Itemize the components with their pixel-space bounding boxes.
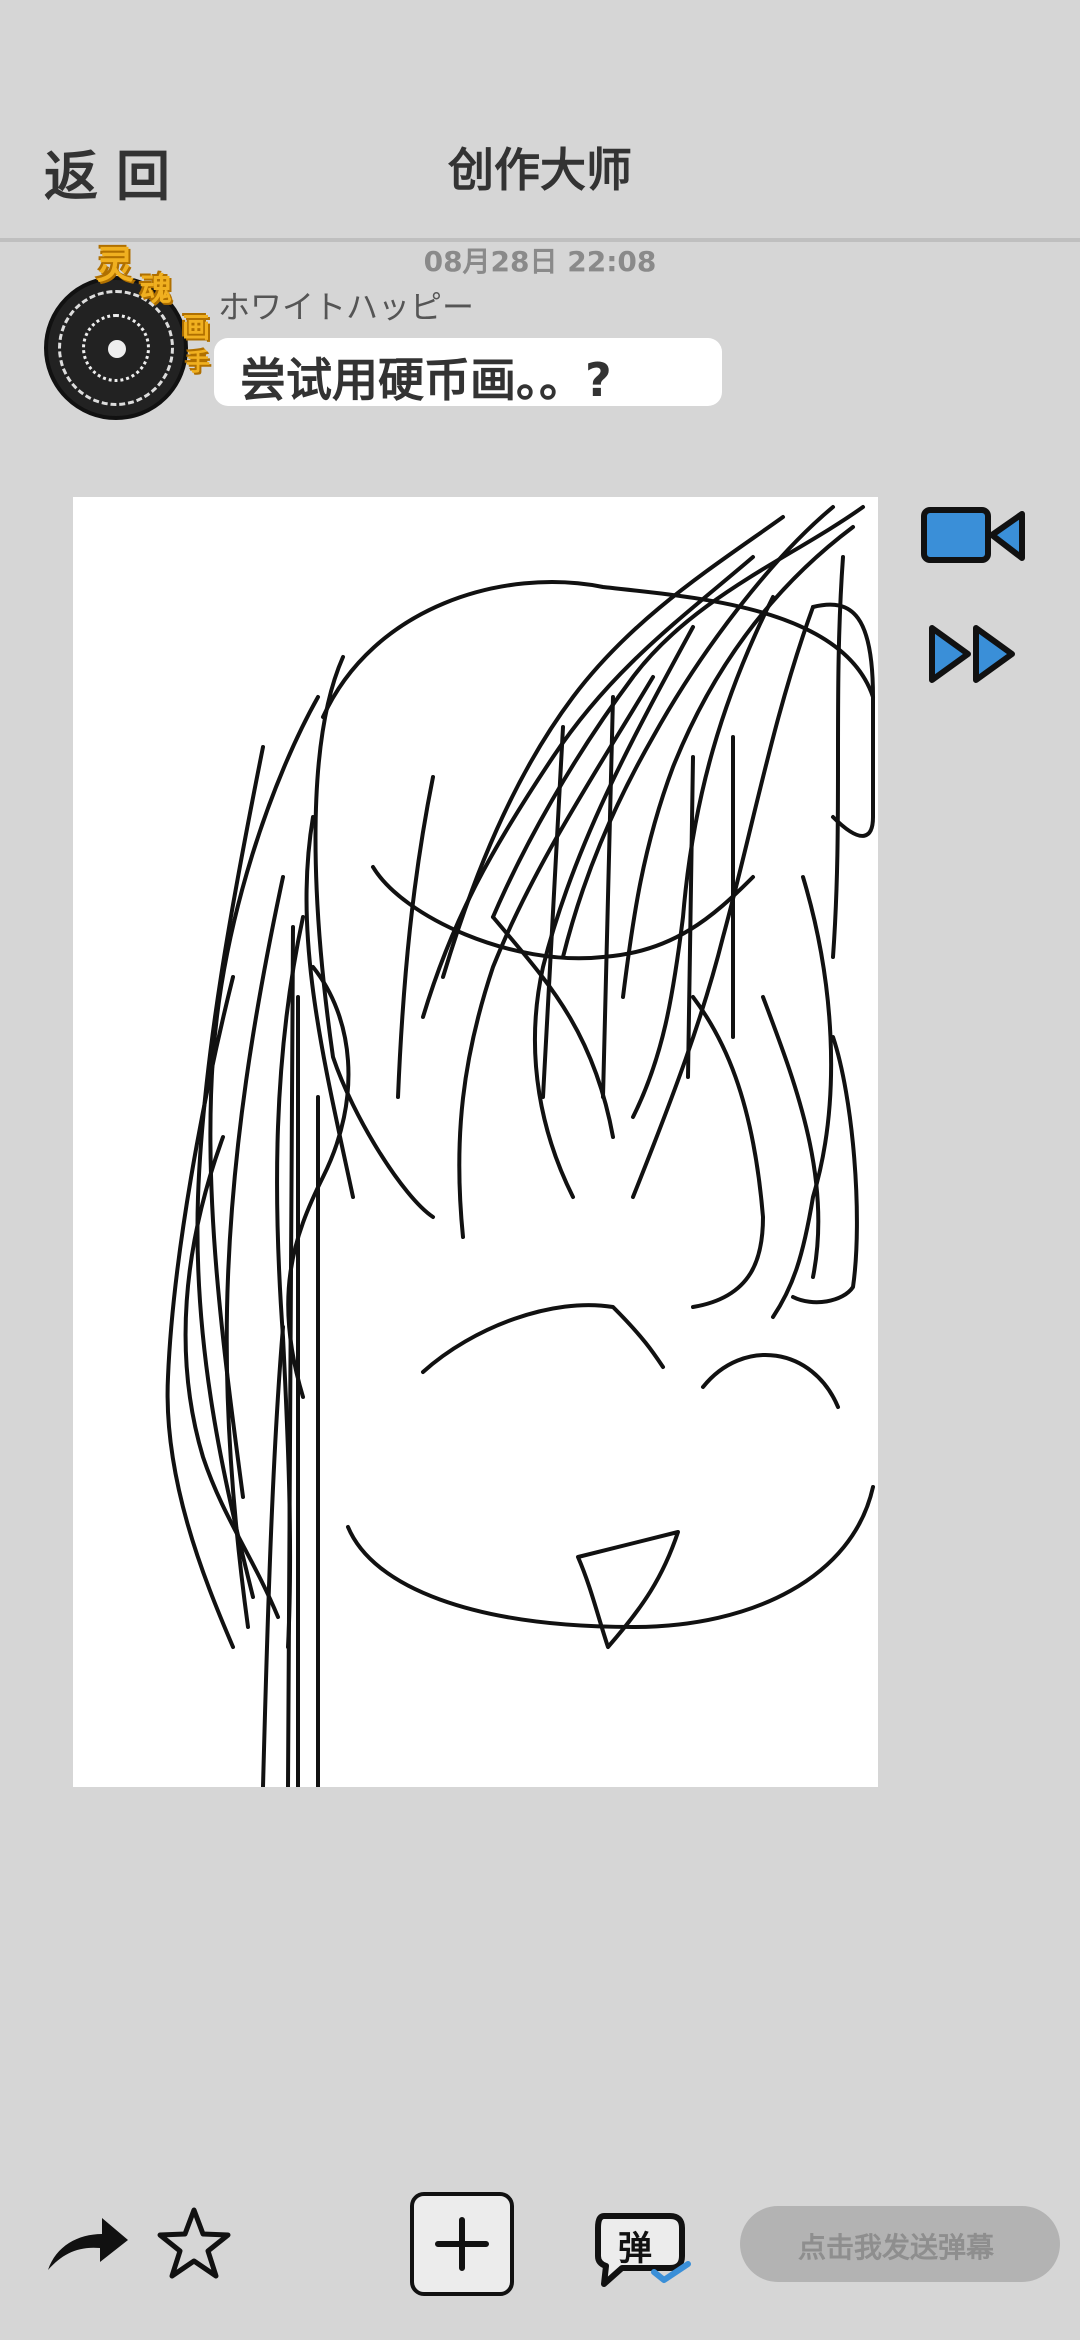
avatar-with-badge[interactable]: 灵 魂 画 手: [36, 238, 236, 428]
danmaku-placeholder: 点击我发送弹幕: [798, 2231, 995, 2264]
drawing-image: [165, 505, 875, 1789]
screen: 返回 创作大师 08月28日 22:08 灵 魂 画 手 ホワイトハッピー 尝试…: [0, 0, 1080, 2340]
badge-char: 魂: [140, 270, 173, 308]
video-camera-icon[interactable]: [918, 500, 1030, 580]
message-text: 尝试用硬币画。。?: [240, 353, 612, 407]
danmaku-icon[interactable]: 弹: [592, 2206, 696, 2288]
username[interactable]: ホワイトハッピー: [218, 282, 474, 328]
page-title: 创作大师: [448, 143, 632, 197]
badge-char: 画: [182, 311, 211, 344]
add-button[interactable]: [410, 2192, 514, 2296]
header: 返回 创作大师: [0, 0, 1080, 242]
message-bubble: 尝试用硬币画。。?: [214, 338, 722, 407]
svg-text:弹: 弹: [618, 2229, 652, 2269]
danmaku-input[interactable]: 点击我发送弹幕: [740, 2206, 1060, 2282]
fast-forward-icon[interactable]: [918, 616, 1030, 696]
plus-icon: [435, 2217, 489, 2271]
badge-char: 灵: [96, 243, 135, 287]
badge-char: 手: [186, 348, 210, 376]
star-icon[interactable]: [156, 2206, 232, 2280]
share-arrow-icon[interactable]: [44, 2212, 130, 2274]
drawing-canvas[interactable]: [73, 497, 878, 1789]
